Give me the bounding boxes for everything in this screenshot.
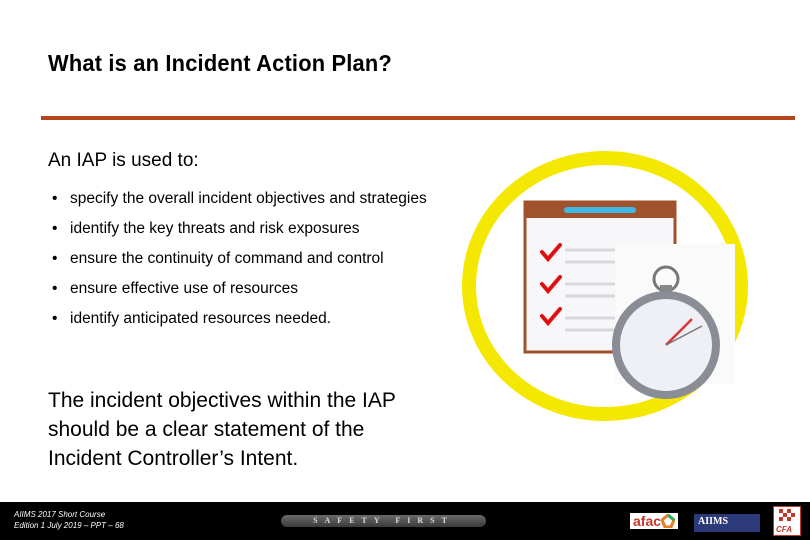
aiims-logo: AIIMS xyxy=(694,514,760,532)
course-name: AIIMS 2017 Short Course xyxy=(14,510,106,519)
bullet-dot: • xyxy=(52,280,58,297)
bullet-text: identify anticipated resources needed. xyxy=(70,310,332,327)
cfa-logo-text: CFA xyxy=(776,525,792,534)
footer-caption: AIIMS 2017 Short Course Edition 1 July 2… xyxy=(14,509,124,531)
safety-first-banner: SAFETY FIRST xyxy=(281,515,486,527)
bullet-item: • ensure effective use of resources xyxy=(48,278,428,299)
stopwatch-icon xyxy=(612,244,735,399)
afac-emblem-icon xyxy=(661,514,676,528)
slide-title: What is an Incident Action Plan? xyxy=(48,50,392,76)
bullet-item: • ensure the continuity of command and co… xyxy=(48,248,428,269)
bullet-dot: • xyxy=(52,310,58,327)
bullet-text: identify the key threats and risk exposu… xyxy=(70,220,360,237)
cfa-checker-icon xyxy=(779,509,795,521)
iap-illustration xyxy=(462,151,748,421)
closing-statement: The incident objectives within the IAP s… xyxy=(48,389,396,470)
bullet-text: ensure effective use of resources xyxy=(70,280,299,297)
bullet-item: • identify anticipated resources needed. xyxy=(48,308,428,329)
bullet-dot: • xyxy=(52,250,58,267)
bullet-item: • specify the overall incident objectives… xyxy=(48,188,428,209)
afac-logo-text: afac xyxy=(633,513,662,529)
afac-logo: afac xyxy=(630,513,679,529)
title-divider xyxy=(41,116,795,120)
bullet-dot: • xyxy=(52,220,58,237)
edition-info: Edition 1 July 2019 – PPT – 68 xyxy=(14,521,124,530)
lead-text: An IAP is used to: xyxy=(48,150,199,171)
bullet-text: ensure the continuity of command and con… xyxy=(70,250,384,267)
bullet-item: • identify the key threats and risk expos… xyxy=(48,218,428,239)
bullet-dot: • xyxy=(52,190,58,207)
bullet-text: specify the overall incident objectives … xyxy=(70,190,427,207)
footer-bar: AIIMS 2017 Short Course Edition 1 July 2… xyxy=(0,502,810,540)
cfa-logo: CFA xyxy=(773,506,801,536)
bullet-list: • specify the overall incident objectives… xyxy=(48,188,428,338)
